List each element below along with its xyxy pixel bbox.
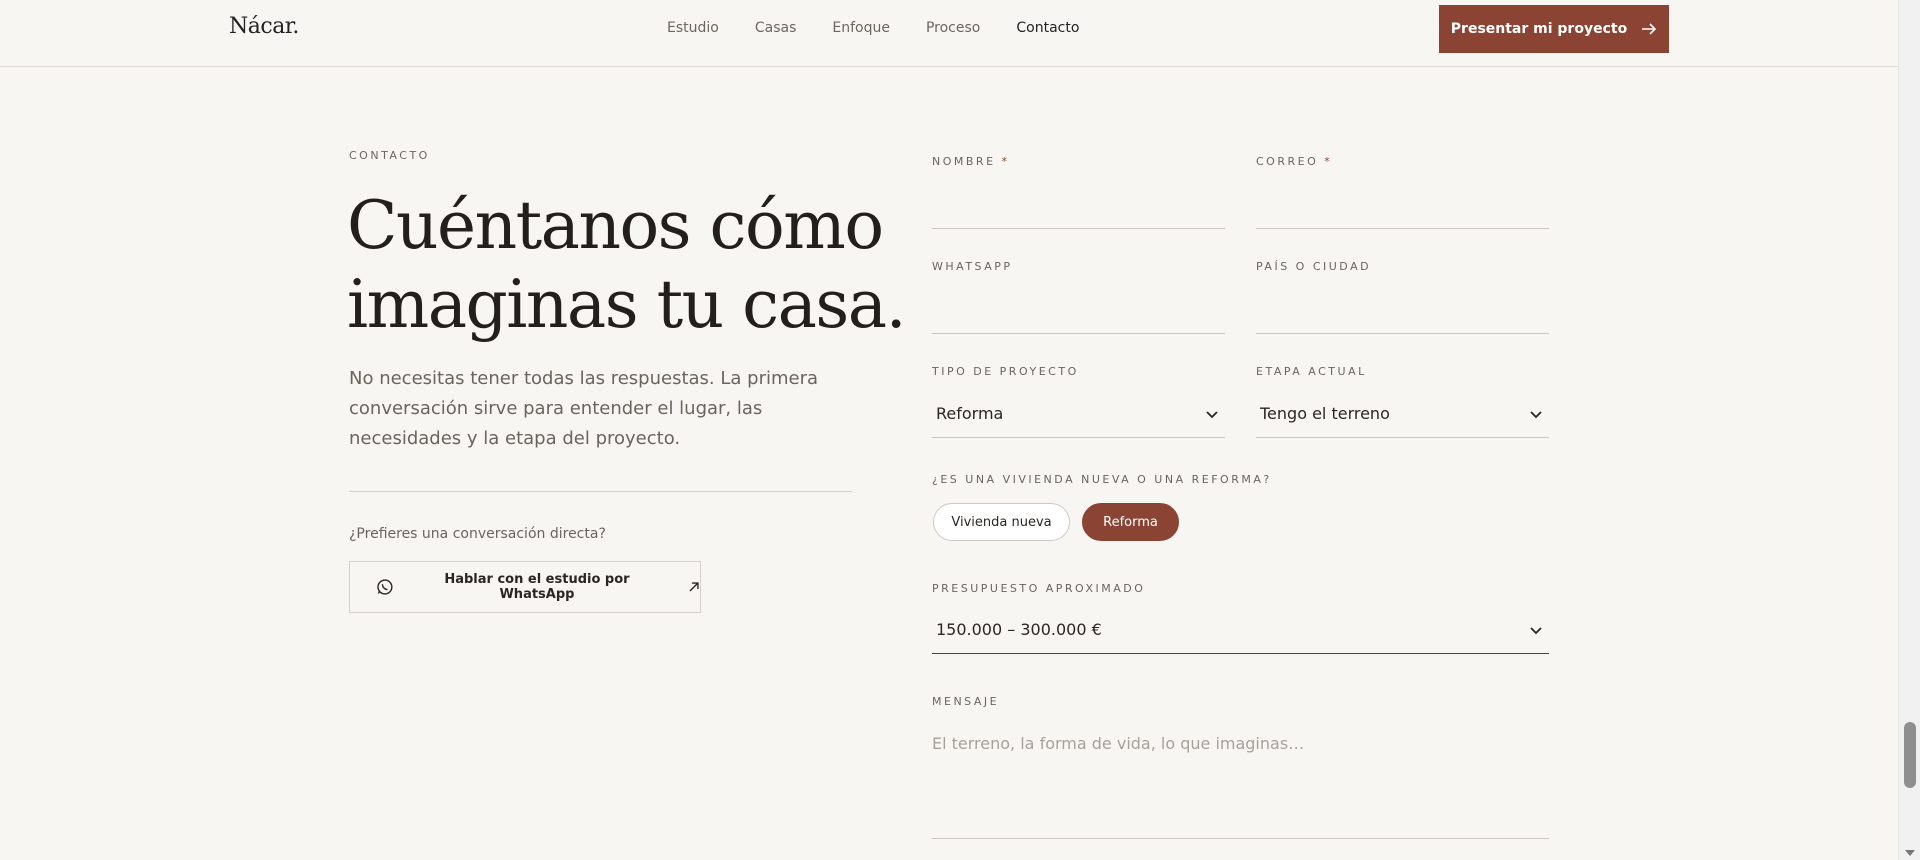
intro-paragraph: No necesitas tener todas las respuestas.… — [349, 368, 819, 449]
option-reforma[interactable]: Reforma — [1082, 503, 1179, 541]
presupuesto-label: PRESUPUESTO APROXIMADO — [932, 582, 1146, 595]
divider — [349, 491, 852, 492]
chevron-down-icon — [1530, 411, 1542, 419]
title-line-2: imaginas tu casa. — [347, 266, 907, 343]
chevron-down-icon — [1206, 411, 1218, 419]
required-mark: * — [1324, 155, 1333, 168]
pais-label: PAÍS O CIUDAD — [1256, 260, 1372, 273]
nav-proceso[interactable]: Proceso — [926, 20, 980, 36]
present-project-label: Presentar mi proyecto — [1450, 21, 1628, 37]
etapa-label: ETAPA ACTUAL — [1256, 365, 1367, 378]
correo-field[interactable] — [1256, 228, 1549, 229]
nombre-label: NOMBRE * — [932, 155, 1010, 168]
chevron-down-icon — [1530, 627, 1542, 635]
tipo-proyecto-underline — [932, 437, 1225, 438]
option-vivienda-nueva[interactable]: Vivienda nueva — [933, 503, 1070, 541]
title-line-1: Cuéntanos cómo — [347, 187, 884, 264]
mensaje-textarea[interactable]: El terreno, la forma de vida, lo que ima… — [932, 734, 1304, 753]
section-eyebrow: CONTACTO — [349, 149, 430, 162]
whatsapp-icon — [377, 579, 393, 595]
mensaje-label: MENSAJE — [932, 695, 1000, 708]
scrollbar-thumb[interactable] — [1904, 722, 1916, 788]
present-project-button[interactable]: Presentar mi proyecto — [1439, 5, 1669, 53]
arrow-up-right-icon — [689, 582, 699, 592]
nav-contacto[interactable]: Contacto — [1016, 20, 1079, 36]
scroll-down-icon[interactable] — [1905, 850, 1915, 856]
nav-enfoque[interactable]: Enfoque — [832, 20, 890, 36]
etapa-underline — [1256, 437, 1549, 438]
main-nav: Estudio Casas Enfoque Proceso Contacto — [667, 20, 1115, 36]
tipo-proyecto-select[interactable]: Reforma — [936, 404, 1003, 423]
whatsapp-field-label: WHATSAPP — [932, 260, 1013, 273]
correo-label-text: CORREO — [1256, 155, 1319, 168]
direct-conversation-prompt: ¿Prefieres una conversación directa? — [349, 526, 606, 542]
nombre-label-text: NOMBRE — [932, 155, 996, 168]
vivienda-label: ¿ES UNA VIVIENDA NUEVA O UNA REFORMA? — [932, 473, 1272, 486]
pais-field[interactable] — [1256, 333, 1549, 334]
nav-casas[interactable]: Casas — [755, 20, 797, 36]
nav-estudio[interactable]: Estudio — [667, 20, 719, 36]
page-scrollbar[interactable] — [1898, 0, 1920, 860]
nombre-field[interactable] — [932, 228, 1225, 229]
whatsapp-button-label: Hablar con el estudio por WhatsApp — [444, 572, 630, 602]
presupuesto-underline — [932, 653, 1549, 654]
etapa-select[interactable]: Tengo el terreno — [1260, 404, 1390, 423]
site-header: Nácar. Estudio Casas Enfoque Proceso Con… — [0, 0, 1898, 67]
whatsapp-field[interactable] — [932, 333, 1225, 334]
mensaje-underline — [932, 838, 1549, 839]
page-title: Cuéntanos cómo imaginas tu casa. — [347, 186, 907, 344]
logo[interactable]: Nácar. — [229, 14, 299, 39]
tipo-proyecto-label: TIPO DE PROYECTO — [932, 365, 1079, 378]
correo-label: CORREO * — [1256, 155, 1332, 168]
required-mark: * — [1001, 155, 1010, 168]
presupuesto-select[interactable]: 150.000 – 300.000 € — [936, 620, 1102, 639]
arrow-right-icon — [1642, 23, 1657, 35]
whatsapp-button[interactable]: Hablar con el estudio por WhatsApp — [349, 561, 701, 613]
